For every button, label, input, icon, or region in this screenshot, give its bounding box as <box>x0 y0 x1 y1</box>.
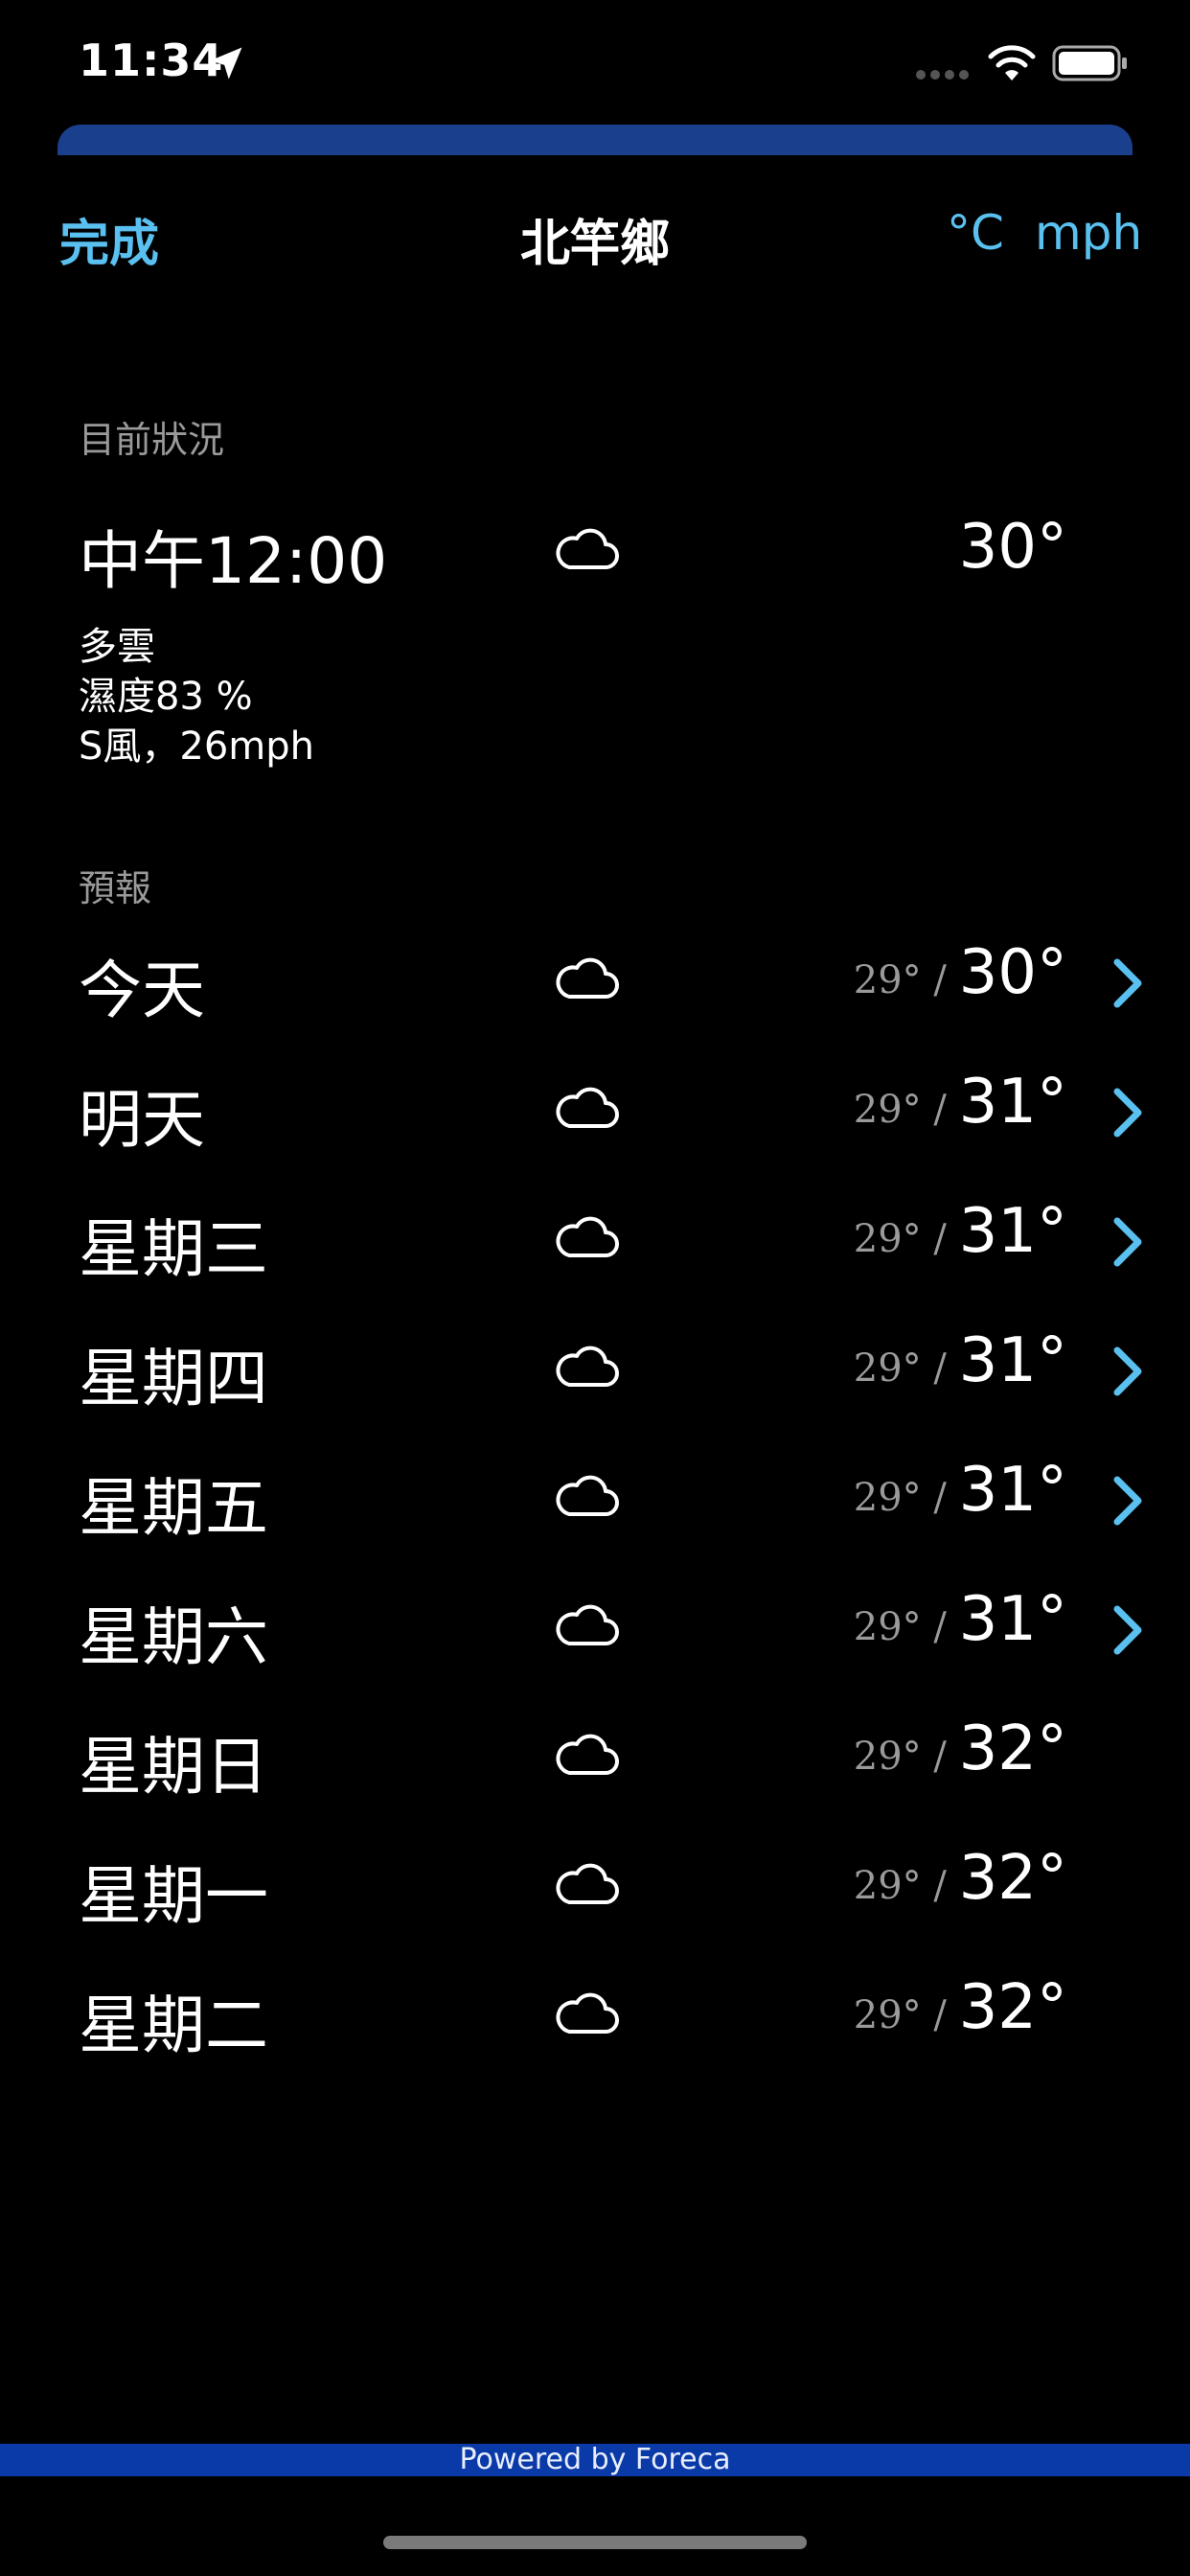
cloud-icon <box>556 528 619 569</box>
chevron-right-icon[interactable] <box>1111 1217 1144 1267</box>
day-label: 星期四 <box>79 1342 268 1415</box>
home-indicator[interactable] <box>383 2536 807 2549</box>
high-temp: 32° <box>958 1843 1067 1914</box>
temperature-range: 29° / 31° <box>853 1325 1067 1396</box>
cloud-icon <box>556 1734 619 1775</box>
forecast-row-tomorrow[interactable]: 明天 29° / 31° <box>0 1047 1190 1177</box>
day-label: 星期三 <box>79 1212 268 1286</box>
location-arrow-icon <box>210 47 242 80</box>
low-temp: 29° <box>853 1217 922 1261</box>
current-humidity: 濕度83 % <box>79 675 253 719</box>
signal-icon <box>916 70 970 80</box>
forecast-row-monday: 星期一 29° / 32° <box>0 1824 1190 1953</box>
cloud-icon <box>556 1992 619 2034</box>
high-temp: 32° <box>958 1972 1067 2043</box>
low-temp: 29° <box>853 1088 922 1132</box>
temperature-range: 29° / 32° <box>853 1972 1067 2043</box>
cloud-icon <box>556 1216 619 1257</box>
forecast-row-saturday[interactable]: 星期六 29° / 31° <box>0 1565 1190 1694</box>
page-title: 北竿鄉 <box>519 216 670 273</box>
current-time: 中午12:00 <box>79 524 388 598</box>
forecast-row-wednesday[interactable]: 星期三 29° / 31° <box>0 1177 1190 1306</box>
temperature-range: 29° / 32° <box>853 1843 1067 1914</box>
forecast-row-tuesday: 星期二 29° / 32° <box>0 1953 1190 2082</box>
forecast-row-today[interactable]: 今天 29° / 30° <box>0 918 1190 1047</box>
low-temp: 29° <box>853 1993 922 2037</box>
temperature-range: 29° / 31° <box>853 1067 1067 1138</box>
chevron-right-icon[interactable] <box>1111 958 1144 1008</box>
cloud-icon <box>556 1604 619 1645</box>
day-label: 星期一 <box>79 1859 268 1933</box>
cloud-icon <box>556 957 619 999</box>
day-label: 星期六 <box>79 1600 268 1674</box>
high-temp: 30° <box>958 937 1067 1008</box>
current-temperature: 30° <box>958 512 1067 583</box>
current-wind: S風，26mph <box>79 724 314 769</box>
done-button[interactable]: 完成 <box>59 203 159 275</box>
cloud-icon <box>556 1346 619 1387</box>
forecast-row-friday[interactable]: 星期五 29° / 31° <box>0 1436 1190 1565</box>
status-bar: 11:34 <box>0 0 1190 125</box>
high-temp: 31° <box>958 1325 1067 1396</box>
forecast-row-sunday: 星期日 29° / 32° <box>0 1694 1190 1824</box>
mph-toggle-button[interactable]: mph <box>1035 205 1142 261</box>
cloud-icon <box>556 1475 619 1516</box>
chevron-right-icon[interactable] <box>1111 1605 1144 1655</box>
temperature-range: 29° / 31° <box>853 1455 1067 1526</box>
low-temp: 29° <box>853 1346 922 1391</box>
temperature-range: 29° / 32° <box>853 1714 1067 1784</box>
forecast-section-header: 預報 <box>79 867 152 909</box>
day-label: 明天 <box>79 1083 205 1157</box>
low-temp: 29° <box>853 1864 922 1908</box>
temperature-range: 29° / 31° <box>853 1196 1067 1267</box>
current-condition: 多雲 <box>79 625 155 669</box>
day-label: 星期五 <box>79 1471 268 1545</box>
cloud-icon <box>556 1087 619 1128</box>
temperature-range: 29° / 30° <box>853 937 1067 1008</box>
chevron-right-icon[interactable] <box>1111 1476 1144 1526</box>
battery-icon <box>1052 45 1127 81</box>
low-temp: 29° <box>853 958 922 1002</box>
current-section-header: 目前狀況 <box>79 419 225 461</box>
chevron-right-icon[interactable] <box>1111 1346 1144 1396</box>
page-title-wrapper: 北竿鄉 <box>0 203 1190 275</box>
high-temp: 31° <box>958 1584 1067 1655</box>
low-temp: 29° <box>853 1605 922 1649</box>
high-temp: 31° <box>958 1455 1067 1526</box>
day-label: 星期日 <box>79 1730 268 1804</box>
high-temp: 31° <box>958 1067 1067 1138</box>
celsius-toggle-button[interactable]: °C <box>947 205 1004 261</box>
status-time: 11:34 <box>79 34 224 86</box>
wifi-icon <box>988 45 1036 80</box>
cloud-icon <box>556 1863 619 1904</box>
high-temp: 31° <box>958 1196 1067 1267</box>
temperature-range: 29° / 31° <box>853 1584 1067 1655</box>
day-label: 今天 <box>79 954 205 1027</box>
high-temp: 32° <box>958 1714 1067 1784</box>
chevron-right-icon[interactable] <box>1111 1088 1144 1138</box>
powered-by-foreca-link[interactable]: Powered by Foreca <box>0 2444 1190 2476</box>
low-temp: 29° <box>853 1476 922 1520</box>
sheet-top-strip <box>57 125 1133 155</box>
forecast-row-thursday[interactable]: 星期四 29° / 31° <box>0 1306 1190 1436</box>
day-label: 星期二 <box>79 1989 268 2062</box>
low-temp: 29° <box>853 1735 922 1779</box>
